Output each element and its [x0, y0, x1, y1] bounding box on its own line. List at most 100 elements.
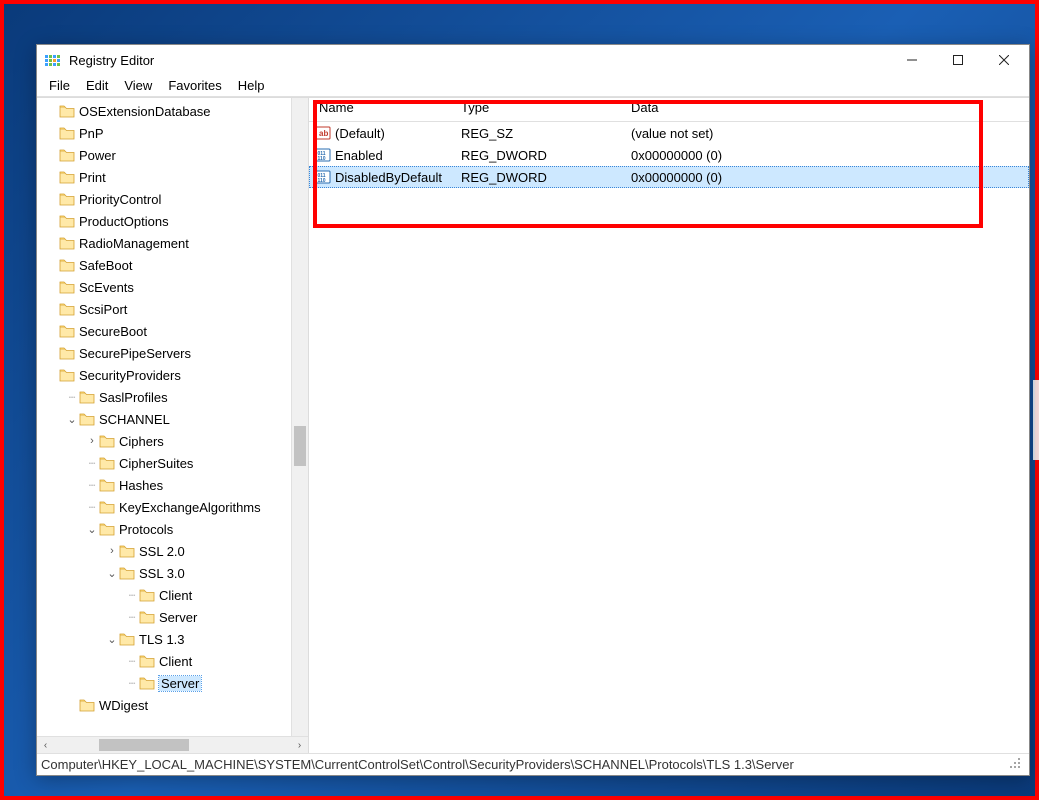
tree-item-label: SSL 3.0 — [139, 566, 185, 581]
close-button[interactable] — [981, 45, 1027, 75]
tree-item-label: ScsiPort — [79, 302, 127, 317]
tree-item[interactable]: ⌄TLS 1.3 — [37, 628, 308, 650]
folder-icon — [139, 676, 155, 690]
tree-item[interactable]: RadioManagement — [37, 232, 308, 254]
menubar: File Edit View Favorites Help — [37, 75, 1029, 97]
tree-spacer: ┄ — [85, 457, 99, 470]
tree-item[interactable]: PnP — [37, 122, 308, 144]
tree-item[interactable]: ⌄ SCHANNEL — [37, 408, 308, 430]
chevron-down-icon[interactable]: ⌄ — [65, 413, 79, 426]
folder-icon — [59, 302, 75, 316]
tree-spacer: ┄ — [125, 655, 139, 668]
folder-icon — [59, 214, 75, 228]
tree-item[interactable]: › SSL 2.0 — [37, 540, 308, 562]
folder-icon — [99, 500, 115, 514]
chevron-down-icon[interactable]: ⌄ — [105, 567, 119, 580]
chevron-down-icon[interactable]: ⌄ — [105, 633, 119, 646]
folder-icon — [119, 632, 135, 646]
titlebar[interactable]: Registry Editor — [37, 45, 1029, 75]
chevron-right-icon[interactable]: › — [105, 545, 119, 557]
tree-item[interactable]: ┄Server — [37, 606, 308, 628]
tree-item[interactable]: SecureBoot — [37, 320, 308, 342]
menu-view[interactable]: View — [116, 76, 160, 95]
tree-spacer: ┄ — [125, 589, 139, 602]
folder-icon — [99, 522, 115, 536]
value-type: REG_DWORD — [457, 170, 627, 185]
tree-item-label: Client — [159, 588, 192, 603]
tree-item-label: Power — [79, 148, 116, 163]
tree-item[interactable]: ┄Hashes — [37, 474, 308, 496]
body-split: OSExtensionDatabasePnP Power PrintPriority… — [37, 97, 1029, 753]
tree-item-label: SaslProfiles — [99, 390, 168, 405]
folder-icon — [59, 346, 75, 360]
tree-item[interactable]: WDigest — [37, 694, 308, 716]
value-data: 0x00000000 (0) — [627, 170, 1029, 185]
column-header-type[interactable]: Type — [457, 100, 627, 121]
menu-file[interactable]: File — [41, 76, 78, 95]
tree-item[interactable]: Power — [37, 144, 308, 166]
tree-item[interactable]: SecurePipeServers — [37, 342, 308, 364]
tree-item[interactable]: ScEvents — [37, 276, 308, 298]
value-row[interactable]: ab(Default)REG_SZ(value not set) — [309, 122, 1029, 144]
maximize-button[interactable] — [935, 45, 981, 75]
vertical-scrollbar-thumb[interactable] — [294, 426, 306, 466]
tree-item-label: Hashes — [119, 478, 163, 493]
tree-item-label: SecurityProviders — [79, 368, 181, 383]
folder-icon — [59, 148, 75, 162]
tree-item[interactable]: ⌄ SSL 3.0 — [37, 562, 308, 584]
value-row[interactable]: 011110DisabledByDefaultREG_DWORD0x000000… — [309, 166, 1029, 188]
scroll-right-arrow[interactable]: › — [291, 737, 308, 754]
tree-item[interactable]: ┄Server — [37, 672, 308, 694]
value-name: Enabled — [335, 148, 383, 163]
tree-item-label: ProductOptions — [79, 214, 169, 229]
horizontal-scrollbar[interactable]: ‹ › — [37, 736, 308, 753]
tree-item-label: SSL 2.0 — [139, 544, 185, 559]
value-type: REG_SZ — [457, 126, 627, 141]
tree-item[interactable]: OSExtensionDatabase — [37, 100, 308, 122]
folder-icon — [119, 544, 135, 558]
tree-item-label: CipherSuites — [119, 456, 193, 471]
tree-item[interactable]: ProductOptions — [37, 210, 308, 232]
resize-grip-icon[interactable] — [1009, 757, 1025, 773]
column-header-name[interactable]: Name — [309, 100, 457, 121]
value-name: DisabledByDefault — [335, 170, 442, 185]
windows-taskbar-edge — [1033, 380, 1039, 460]
menu-favorites[interactable]: Favorites — [160, 76, 229, 95]
folder-icon — [79, 390, 95, 404]
horizontal-scrollbar-track[interactable] — [54, 737, 291, 753]
tree-item[interactable]: ┄ CipherSuites — [37, 452, 308, 474]
folder-icon — [79, 698, 95, 712]
registry-editor-window: Registry Editor File Edit View Favorites… — [36, 44, 1030, 776]
tree-scroll[interactable]: OSExtensionDatabasePnP Power PrintPriority… — [37, 98, 308, 736]
tree-item[interactable]: ScsiPort — [37, 298, 308, 320]
menu-edit[interactable]: Edit — [78, 76, 116, 95]
folder-icon — [59, 280, 75, 294]
window-title: Registry Editor — [69, 53, 154, 68]
tree-item[interactable]: ┄ Client — [37, 584, 308, 606]
horizontal-scrollbar-thumb[interactable] — [99, 739, 189, 751]
folder-icon — [59, 170, 75, 184]
tree-item[interactable]: ⌄Protocols — [37, 518, 308, 540]
list-body[interactable]: ab(Default)REG_SZ(value not set)011110En… — [309, 122, 1029, 188]
tree-item[interactable]: SecurityProviders — [37, 364, 308, 386]
svg-text:110: 110 — [318, 178, 326, 184]
tree-item[interactable]: PriorityControl — [37, 188, 308, 210]
tree-item[interactable]: Print — [37, 166, 308, 188]
chevron-down-icon[interactable]: ⌄ — [85, 523, 99, 536]
vertical-scrollbar[interactable] — [291, 98, 308, 736]
tree-item[interactable]: ›Ciphers — [37, 430, 308, 452]
column-header-data[interactable]: Data — [627, 100, 1029, 121]
folder-icon — [59, 324, 75, 338]
tree-item[interactable]: ┄SaslProfiles — [37, 386, 308, 408]
minimize-button[interactable] — [889, 45, 935, 75]
folder-icon — [79, 412, 95, 426]
value-row[interactable]: 011110EnabledREG_DWORD0x00000000 (0) — [309, 144, 1029, 166]
folder-icon — [119, 566, 135, 580]
chevron-right-icon[interactable]: › — [85, 435, 99, 447]
tree-item[interactable]: SafeBoot — [37, 254, 308, 276]
scroll-left-arrow[interactable]: ‹ — [37, 737, 54, 754]
tree-item[interactable]: ┄KeyExchangeAlgorithms — [37, 496, 308, 518]
tree-item-label: SCHANNEL — [99, 412, 170, 427]
tree-item[interactable]: ┄Client — [37, 650, 308, 672]
menu-help[interactable]: Help — [230, 76, 273, 95]
